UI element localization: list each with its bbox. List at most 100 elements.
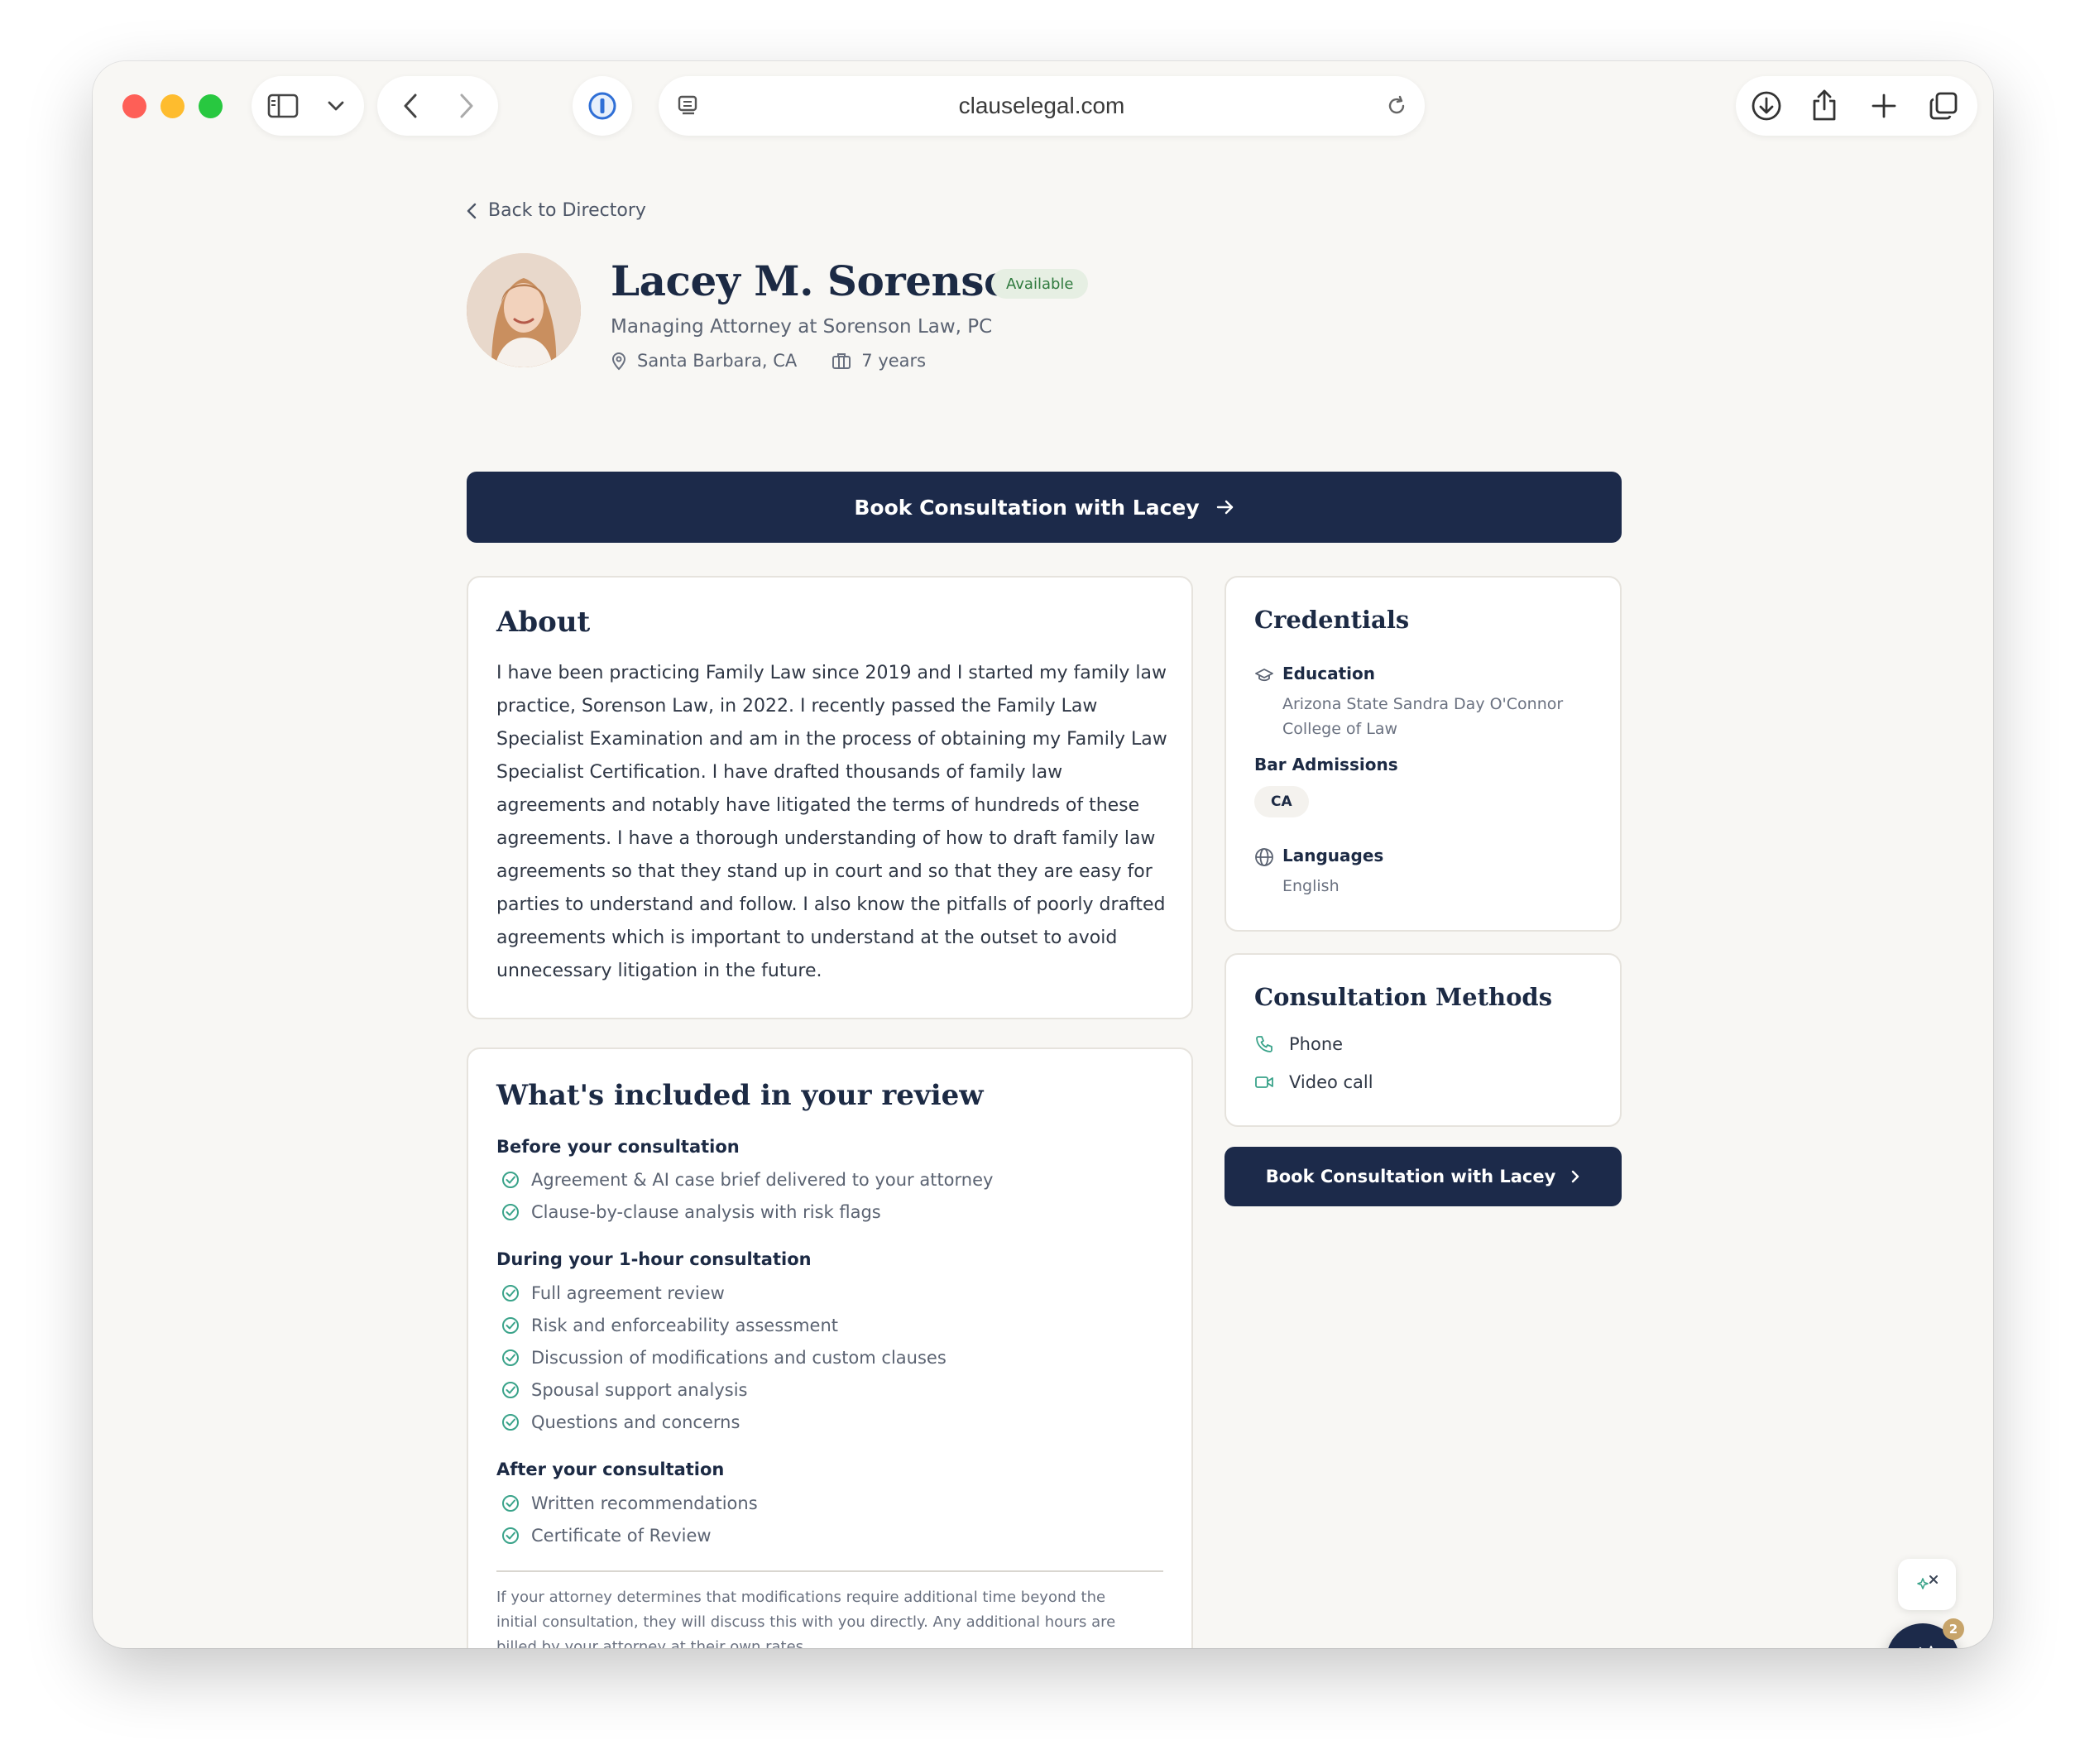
about-line: I have been practicing Family Law since … xyxy=(496,663,1167,683)
about-text: I have been practicing Family Law since … xyxy=(496,657,1183,988)
map-pin-icon xyxy=(611,352,626,371)
about-line: Specialist Examination and am in the pro… xyxy=(496,729,1167,750)
checklist-item: Written recommendations xyxy=(501,1493,758,1513)
address-bar[interactable]: clauselegal.com xyxy=(659,76,1425,136)
password-manager-button[interactable] xyxy=(573,76,632,136)
about-line: parties to understand and follow. I also… xyxy=(496,894,1166,915)
sidebar-toggle-group xyxy=(252,76,364,136)
attorney-name: Lacey M. Sorenson xyxy=(611,256,1041,305)
attorney-title: Managing Attorney at Sorenson Law, PC xyxy=(611,316,993,338)
attorney-avatar xyxy=(467,253,581,367)
sparkle-off-icon xyxy=(1917,1575,1938,1589)
check-circle-icon xyxy=(502,1285,519,1301)
about-line: unnecessary litigation in the future. xyxy=(496,961,822,981)
availability-badge: Available xyxy=(991,269,1089,299)
credentials-heading: Credentials xyxy=(1254,606,1410,634)
about-line: agreements so that they stand up in cour… xyxy=(496,861,1153,882)
method-video-label: Video call xyxy=(1289,1072,1373,1092)
about-line: Specialist Certification. I have drafted… xyxy=(496,762,1063,783)
check-circle-icon xyxy=(502,1349,519,1366)
attorney-location: Santa Barbara, CA xyxy=(637,351,798,371)
checklist-item: Questions and concerns xyxy=(501,1412,740,1432)
check-circle-icon xyxy=(502,1317,519,1334)
toolbar-actions-group xyxy=(1736,76,1977,136)
assistant-notification-badge: 2 xyxy=(1943,1618,1964,1640)
chevron-down-icon[interactable] xyxy=(321,91,351,121)
review-heading: What's included in your review xyxy=(496,1079,984,1112)
languages-value: English xyxy=(1282,877,1340,895)
book-consultation-sidebar-label: Book Consultation with Lacey xyxy=(1265,1167,1556,1186)
checklist-item: Clause-by-clause analysis with risk flag… xyxy=(501,1202,881,1222)
zoom-window-button[interactable] xyxy=(199,94,223,118)
back-arrow-icon[interactable] xyxy=(394,91,427,121)
url-text: clauselegal.com xyxy=(958,93,1125,118)
sidebar-icon[interactable] xyxy=(266,91,300,121)
check-circle-icon xyxy=(502,1527,519,1544)
video-camera-icon xyxy=(1255,1076,1273,1088)
consultation-methods-heading: Consultation Methods xyxy=(1254,983,1553,1011)
about-line: agreements and notably have litigated th… xyxy=(496,795,1140,816)
book-consultation-sidebar-button[interactable]: Book Consultation with Lacey xyxy=(1225,1147,1622,1206)
briefcase-icon xyxy=(832,353,851,369)
chevron-left-icon xyxy=(467,203,477,218)
checklist-item: Risk and enforceability assessment xyxy=(501,1316,838,1335)
bar-admission-chip: CA xyxy=(1254,786,1309,817)
attorney-profile-page: Back to Directory Lacey M. Sorenson Avai… xyxy=(93,149,1993,1648)
review-divider xyxy=(496,1570,1163,1572)
bar-admissions-label: Bar Admissions xyxy=(1254,755,1398,774)
share-icon[interactable] xyxy=(1807,88,1842,122)
during-consultation-heading: During your 1-hour consultation xyxy=(496,1249,812,1269)
about-line: agreements which is important to underst… xyxy=(496,928,1118,948)
minimize-window-button[interactable] xyxy=(161,94,185,118)
arrow-right-icon xyxy=(1216,500,1233,515)
new-tab-icon[interactable] xyxy=(1867,89,1901,122)
attorney-experience: 7 years xyxy=(861,351,927,371)
credentials-card: Credentials Education Arizona State Sand… xyxy=(1225,576,1622,932)
sparkle-icon xyxy=(1919,1646,1933,1648)
dismiss-assistant-button[interactable] xyxy=(1898,1559,1956,1610)
history-nav-group xyxy=(377,76,498,136)
chevron-right-icon xyxy=(1572,1170,1579,1183)
book-consultation-label: Book Consultation with Lacey xyxy=(854,495,1200,520)
checklist-item: Spousal support analysis xyxy=(501,1380,747,1400)
method-phone: Phone xyxy=(1254,1034,1343,1054)
consultation-methods-card: Consultation Methods Phone Video call xyxy=(1225,953,1622,1127)
download-icon[interactable] xyxy=(1749,89,1784,122)
attorney-meta: Santa Barbara, CA 7 years xyxy=(611,351,926,371)
checklist-item: Agreement & AI case brief delivered to y… xyxy=(501,1170,993,1190)
education-label: Education xyxy=(1282,664,1375,683)
education-value: Arizona State Sandra Day O'Connor Colleg… xyxy=(1282,695,1564,738)
password-manager-icon xyxy=(586,89,619,122)
about-line: practice, Sorenson Law, in 2022. I recen… xyxy=(496,696,1098,717)
check-circle-icon xyxy=(502,1414,519,1431)
graduation-cap-icon xyxy=(1255,669,1273,682)
check-circle-icon xyxy=(502,1495,519,1512)
about-heading: About xyxy=(496,606,591,639)
check-circle-icon xyxy=(502,1172,519,1188)
browser-toolbar: clauselegal.com xyxy=(93,61,1993,149)
tab-overview-icon[interactable] xyxy=(1926,89,1961,122)
before-consultation-heading: Before your consultation xyxy=(496,1137,740,1157)
phone-icon xyxy=(1256,1036,1272,1052)
check-circle-icon xyxy=(502,1204,519,1220)
about-line: agreements. I have a thorough understand… xyxy=(496,828,1156,849)
back-to-directory-label: Back to Directory xyxy=(488,200,646,221)
review-card: What's included in your review Before yo… xyxy=(467,1047,1193,1648)
browser-window: clauselegal.com Back to Directory Lacey … xyxy=(93,61,1993,1648)
languages-label: Languages xyxy=(1282,846,1384,865)
close-window-button[interactable] xyxy=(122,94,146,118)
check-circle-icon xyxy=(502,1382,519,1398)
reload-icon[interactable] xyxy=(1380,91,1413,121)
about-card: About I have been practicing Family Law … xyxy=(467,576,1193,1019)
checklist-item: Full agreement review xyxy=(501,1283,725,1303)
back-to-directory-link[interactable]: Back to Directory xyxy=(467,200,646,221)
globe-icon xyxy=(1255,848,1273,866)
checklist-item: Certificate of Review xyxy=(501,1526,712,1546)
after-consultation-heading: After your consultation xyxy=(496,1460,725,1479)
checklist-item: Discussion of modifications and custom c… xyxy=(501,1348,947,1368)
ai-assistant-button[interactable]: 2 xyxy=(1886,1618,1964,1648)
book-consultation-button[interactable]: Book Consultation with Lacey xyxy=(467,472,1622,543)
forward-arrow-icon[interactable] xyxy=(450,91,483,121)
method-phone-label: Phone xyxy=(1289,1034,1344,1054)
method-video: Video call xyxy=(1254,1072,1373,1092)
